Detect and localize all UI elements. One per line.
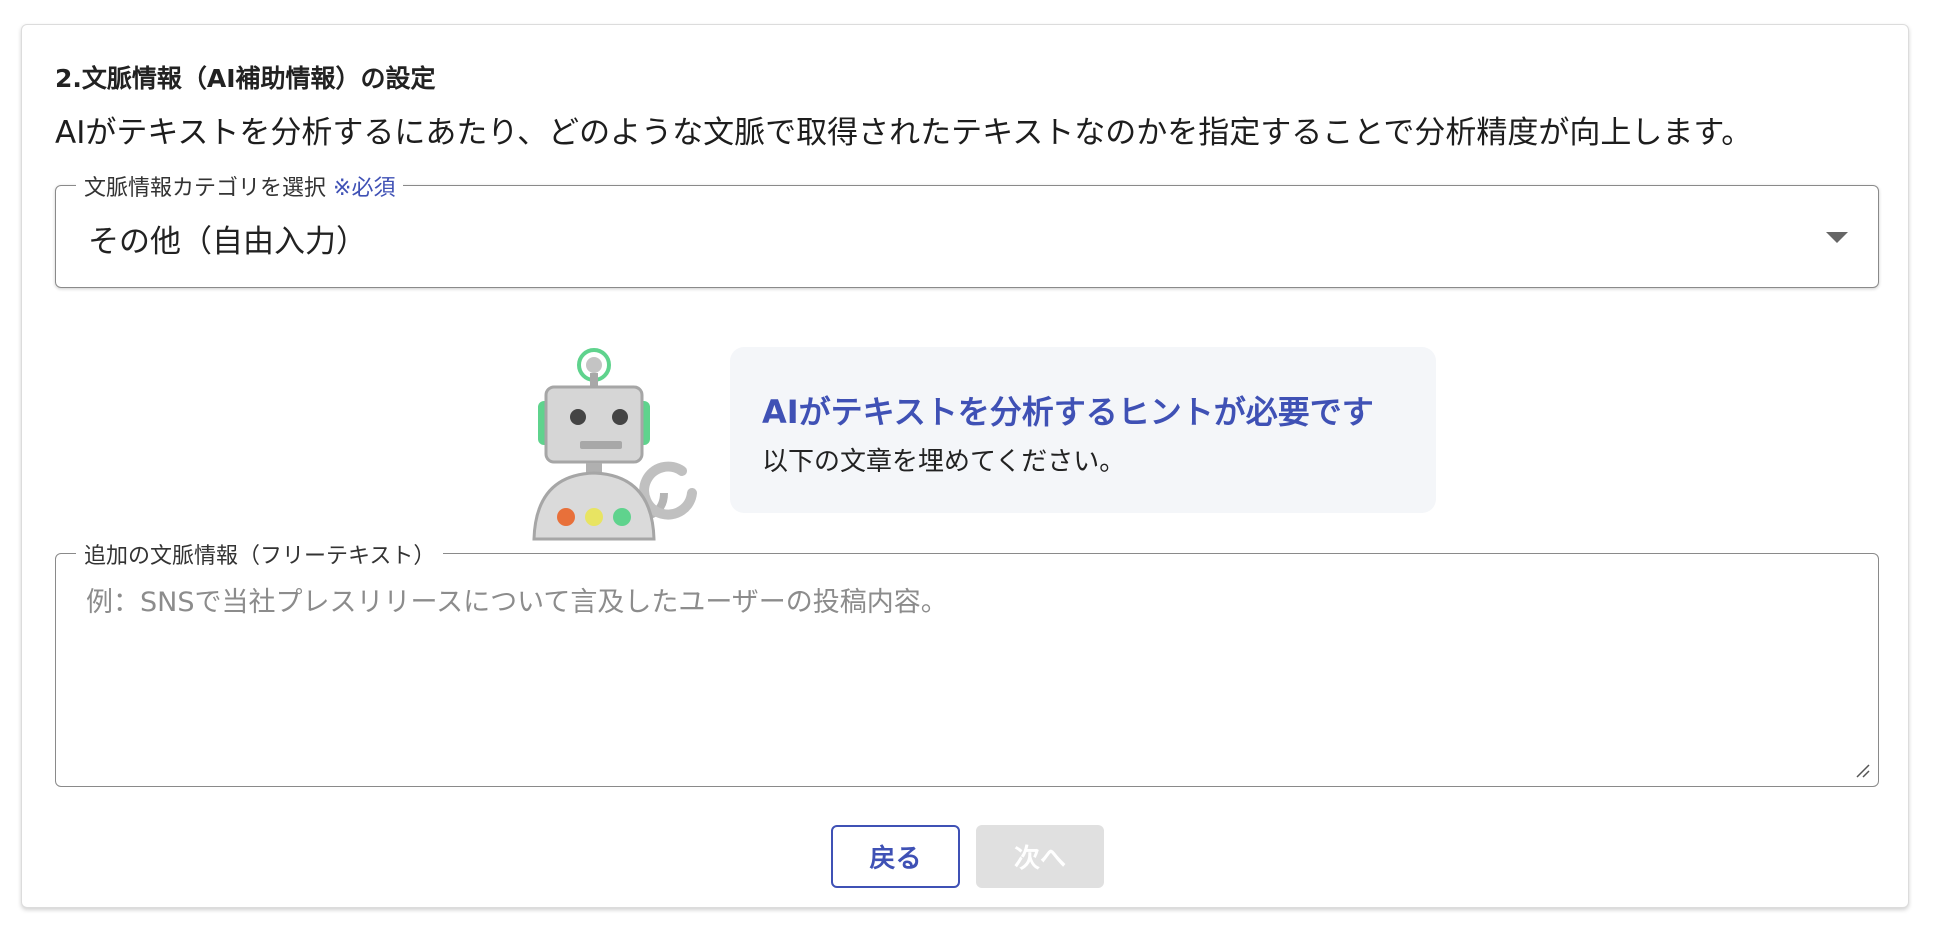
context-category-label: 文脈情報カテゴリを選択 ※必須 [76, 170, 404, 202]
chevron-down-icon[interactable] [1826, 232, 1848, 243]
robot-light-red-icon [557, 508, 575, 526]
robot-antenna-stem-icon [590, 373, 598, 387]
robot-eye-right-icon [612, 409, 628, 425]
additional-context-field: 追加の文脈情報（フリーテキスト） [55, 538, 1879, 787]
additional-context-textarea[interactable] [86, 580, 1846, 770]
robot-light-green-icon [613, 508, 631, 526]
robot-mouth-icon [580, 441, 622, 449]
next-button[interactable]: 次へ [976, 825, 1104, 888]
robot-head-icon [544, 385, 644, 464]
robot-claw-icon [639, 461, 697, 520]
back-button[interactable]: 戻る [831, 825, 960, 888]
additional-context-label: 追加の文脈情報（フリーテキスト） [76, 538, 444, 570]
context-settings-card: 2.文脈情報（AI補助情報）の設定 AIがテキストを分析するにあたり、どのような… [21, 24, 1909, 908]
hint-bubble: AIがテキストを分析するヒントが必要です 以下の文章を埋めてください。 [730, 347, 1436, 513]
required-mark: ※必須 [333, 176, 396, 201]
robot-antenna-ball-icon [586, 357, 602, 373]
section-description: AIがテキストを分析するにあたり、どのような文脈で取得されたテキストなのかを指定… [55, 115, 1753, 151]
robot-eye-left-icon [570, 409, 586, 425]
context-category-value: その他（自由入力） [88, 224, 367, 260]
robot-body-icon [532, 471, 656, 541]
resize-handle-icon[interactable] [1854, 762, 1870, 778]
robot-illustration-icon [532, 348, 697, 541]
hint-title: AIがテキストを分析するヒントが必要です [762, 393, 1374, 431]
hint-subtitle: 以下の文章を埋めてください。 [762, 447, 1126, 477]
section-title: 2.文脈情報（AI補助情報）の設定 [55, 64, 436, 93]
robot-light-yellow-icon [585, 508, 603, 526]
context-category-label-text: 文脈情報カテゴリを選択 [84, 176, 327, 201]
context-category-select[interactable]: 文脈情報カテゴリを選択 ※必須 その他（自由入力） [55, 170, 1879, 288]
